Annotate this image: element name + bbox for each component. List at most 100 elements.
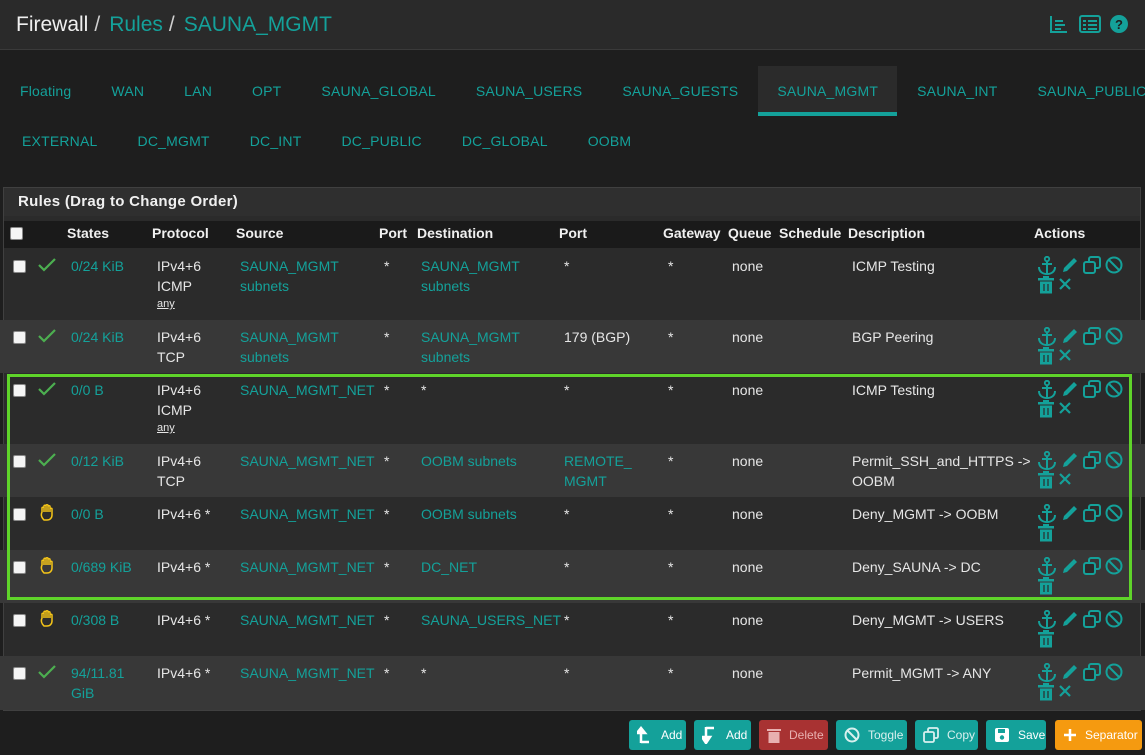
breadcrumb-rules[interactable]: Rules bbox=[109, 13, 163, 37]
destination-port[interactable]: MGMT bbox=[564, 471, 607, 491]
tab-sauna-int[interactable]: SAUNA_INT bbox=[897, 66, 1017, 116]
disable-icon[interactable] bbox=[1105, 451, 1123, 469]
anchor-icon[interactable] bbox=[1037, 451, 1057, 470]
tab-external[interactable]: EXTERNAL bbox=[0, 116, 118, 166]
anchor-icon[interactable] bbox=[1037, 327, 1057, 346]
source-link[interactable]: SAUNA_MGMT bbox=[240, 327, 339, 347]
copy-icon[interactable] bbox=[1083, 610, 1101, 628]
source-link[interactable]: SAUNA_MGMT_NET bbox=[240, 380, 375, 400]
tab-sauna-public[interactable]: SAUNA_PUBLIC bbox=[1018, 66, 1145, 116]
row-checkbox[interactable] bbox=[13, 614, 26, 627]
remove-x-icon[interactable] bbox=[1058, 277, 1072, 291]
copy-icon[interactable] bbox=[1083, 557, 1101, 575]
delete-trash-icon[interactable] bbox=[1037, 471, 1055, 489]
copy-button[interactable]: Copy bbox=[915, 720, 978, 750]
source-link[interactable]: SAUNA_MGMT_NET bbox=[240, 451, 375, 471]
table-row[interactable]: 0/0 B IPv4+6 * SAUNA_MGMT_NET * OOBM subnets… bbox=[0, 497, 1145, 550]
tab-opt[interactable]: OPT bbox=[232, 66, 301, 116]
copy-icon[interactable] bbox=[1083, 451, 1101, 469]
remove-x-icon[interactable] bbox=[1058, 348, 1072, 362]
help-icon[interactable]: ? bbox=[1109, 14, 1129, 34]
chart-icon[interactable] bbox=[1049, 14, 1069, 34]
destination-link[interactable]: subnets bbox=[421, 347, 470, 367]
states-link[interactable]: 94/11.81 bbox=[71, 663, 124, 683]
tab-sauna-global[interactable]: SAUNA_GLOBAL bbox=[301, 66, 455, 116]
destination-port[interactable]: REMOTE_ bbox=[564, 451, 632, 471]
toggle-button[interactable]: Toggle bbox=[836, 720, 907, 750]
save-button[interactable]: Save bbox=[986, 720, 1046, 750]
edit-pencil-icon[interactable] bbox=[1061, 663, 1079, 681]
delete-trash-icon[interactable] bbox=[1037, 630, 1055, 648]
anchor-icon[interactable] bbox=[1037, 504, 1057, 523]
delete-trash-icon[interactable] bbox=[1037, 683, 1055, 701]
source-link[interactable]: SAUNA_MGMT_NET bbox=[240, 504, 375, 524]
source-link[interactable]: subnets bbox=[240, 347, 289, 367]
anchor-icon[interactable] bbox=[1037, 663, 1057, 682]
states-link[interactable]: 0/24 KiB bbox=[71, 327, 124, 347]
destination-link[interactable]: SAUNA_USERS_NET bbox=[421, 610, 561, 630]
copy-icon[interactable] bbox=[1083, 663, 1101, 681]
tab-dc-mgmt[interactable]: DC_MGMT bbox=[118, 116, 230, 166]
states-link[interactable]: 0/12 KiB bbox=[71, 451, 124, 471]
edit-pencil-icon[interactable] bbox=[1061, 380, 1079, 398]
remove-x-icon[interactable] bbox=[1058, 401, 1072, 415]
source-link[interactable]: SAUNA_MGMT_NET bbox=[240, 610, 375, 630]
select-all-checkbox[interactable] bbox=[10, 227, 23, 240]
row-checkbox[interactable] bbox=[13, 667, 26, 680]
edit-pencil-icon[interactable] bbox=[1061, 451, 1079, 469]
source-link[interactable]: SAUNA_MGMT_NET bbox=[240, 663, 375, 683]
disable-icon[interactable] bbox=[1105, 327, 1123, 345]
add-top-button[interactable]: Add bbox=[629, 720, 686, 750]
table-row[interactable]: 0/689 KiB IPv4+6 * SAUNA_MGMT_NET * DC_NET * *… bbox=[0, 550, 1145, 603]
tab-oobm[interactable]: OOBM bbox=[568, 116, 652, 166]
destination-link[interactable]: OOBM subnets bbox=[421, 504, 517, 524]
row-checkbox[interactable] bbox=[13, 260, 26, 273]
tab-lan[interactable]: LAN bbox=[164, 66, 232, 116]
table-row[interactable]: 0/24 KiB IPv4+6 ICMP any SAUNA_MGMT subnets * S… bbox=[0, 249, 1145, 320]
row-checkbox[interactable] bbox=[13, 508, 26, 521]
anchor-icon[interactable] bbox=[1037, 557, 1057, 576]
source-link[interactable]: subnets bbox=[240, 276, 289, 296]
disable-icon[interactable] bbox=[1105, 504, 1123, 522]
edit-pencil-icon[interactable] bbox=[1061, 610, 1079, 628]
row-checkbox[interactable] bbox=[13, 561, 26, 574]
table-row[interactable]: 0/24 KiB IPv4+6 TCP SAUNA_MGMT subnets * SAUNA… bbox=[0, 320, 1145, 373]
tab-sauna-mgmt[interactable]: SAUNA_MGMT bbox=[758, 66, 898, 116]
disable-icon[interactable] bbox=[1105, 256, 1123, 274]
copy-icon[interactable] bbox=[1083, 327, 1101, 345]
delete-trash-icon[interactable] bbox=[1037, 347, 1055, 365]
copy-icon[interactable] bbox=[1083, 256, 1101, 274]
copy-icon[interactable] bbox=[1083, 380, 1101, 398]
tab-dc-global[interactable]: DC_GLOBAL bbox=[442, 116, 568, 166]
row-checkbox[interactable] bbox=[13, 384, 26, 397]
destination-link[interactable]: DC_NET bbox=[421, 557, 477, 577]
destination-link[interactable]: SAUNA_MGMT bbox=[421, 256, 520, 276]
states-link[interactable]: 0/308 B bbox=[71, 610, 119, 630]
separator-button[interactable]: Separator bbox=[1055, 720, 1142, 750]
delete-trash-icon[interactable] bbox=[1037, 524, 1055, 542]
tab-dc-public[interactable]: DC_PUBLIC bbox=[321, 116, 441, 166]
disable-icon[interactable] bbox=[1105, 380, 1123, 398]
anchor-icon[interactable] bbox=[1037, 380, 1057, 399]
states-link[interactable]: GiB bbox=[71, 683, 94, 703]
states-link[interactable]: 0/0 B bbox=[71, 380, 104, 400]
table-row[interactable]: 94/11.81 GiB IPv4+6 * SAUNA_MGMT_NET * * * * non… bbox=[0, 656, 1145, 710]
edit-pencil-icon[interactable] bbox=[1061, 557, 1079, 575]
tab-sauna-guests[interactable]: SAUNA_GUESTS bbox=[602, 66, 758, 116]
disable-icon[interactable] bbox=[1105, 610, 1123, 628]
delete-button[interactable]: Delete bbox=[759, 720, 828, 750]
destination-link[interactable]: SAUNA_MGMT bbox=[421, 327, 520, 347]
remove-x-icon[interactable] bbox=[1058, 472, 1072, 486]
states-link[interactable]: 0/0 B bbox=[71, 504, 104, 524]
destination-link[interactable]: OOBM subnets bbox=[421, 451, 517, 471]
edit-pencil-icon[interactable] bbox=[1061, 256, 1079, 274]
list-icon[interactable] bbox=[1079, 14, 1101, 34]
remove-x-icon[interactable] bbox=[1058, 684, 1072, 698]
states-link[interactable]: 0/689 KiB bbox=[71, 557, 132, 577]
source-link[interactable]: SAUNA_MGMT bbox=[240, 256, 339, 276]
tab-dc-int[interactable]: DC_INT bbox=[230, 116, 322, 166]
tab-floating[interactable]: Floating bbox=[0, 66, 91, 116]
delete-trash-icon[interactable] bbox=[1037, 276, 1055, 294]
table-row[interactable]: 0/308 B IPv4+6 * SAUNA_MGMT_NET * SAUNA_USER… bbox=[0, 603, 1145, 656]
row-checkbox[interactable] bbox=[13, 331, 26, 344]
